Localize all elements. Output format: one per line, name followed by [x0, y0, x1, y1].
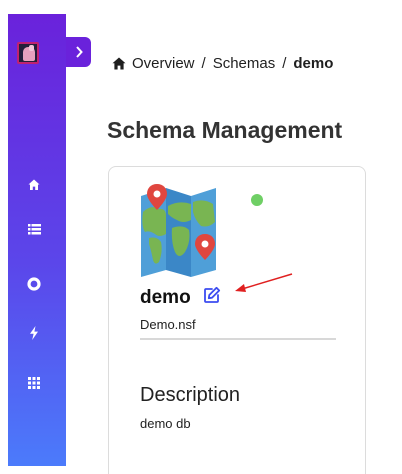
schema-file-name: Demo.nsf [140, 317, 196, 332]
divider [140, 338, 336, 340]
description-value: demo db [140, 416, 191, 431]
screen: Overview / Schemas / demo Schema Managem… [0, 0, 402, 474]
circle-icon [27, 277, 41, 291]
list-icon [27, 224, 41, 235]
world-map-icon [141, 184, 216, 277]
sidebar-item-apps[interactable] [26, 375, 42, 391]
description-label: Description [140, 384, 241, 406]
chevron-right-icon [75, 46, 83, 58]
breadcrumb-current: demo [293, 55, 334, 72]
home-icon[interactable] [112, 57, 126, 70]
schema-card: demo Demo.nsf Description demo db [108, 166, 366, 474]
sidebar-item-list[interactable] [26, 221, 42, 237]
breadcrumb-schemas[interactable]: Schemas [213, 55, 276, 72]
sidebar-expand-button[interactable] [66, 37, 91, 67]
sidebar [8, 14, 66, 466]
edit-icon [204, 286, 221, 303]
app-logo[interactable] [17, 42, 39, 64]
home-icon [28, 179, 40, 190]
grid-icon [28, 377, 40, 389]
breadcrumb: Overview / Schemas / demo [112, 55, 333, 72]
sidebar-item-circle[interactable] [26, 276, 42, 292]
breadcrumb-overview[interactable]: Overview [132, 55, 195, 72]
edit-schema-button[interactable] [201, 284, 223, 306]
page-title: Schema Management [107, 117, 343, 143]
status-indicator [251, 194, 263, 206]
annotation-arrow [235, 273, 293, 292]
lightning-icon [30, 326, 38, 340]
logo-shape-accent [29, 45, 34, 51]
breadcrumb-separator: / [282, 55, 287, 72]
sidebar-item-home[interactable] [26, 177, 42, 193]
sidebar-item-lightning[interactable] [26, 325, 42, 341]
breadcrumb-separator: / [201, 55, 206, 72]
schema-name: demo [140, 287, 191, 308]
